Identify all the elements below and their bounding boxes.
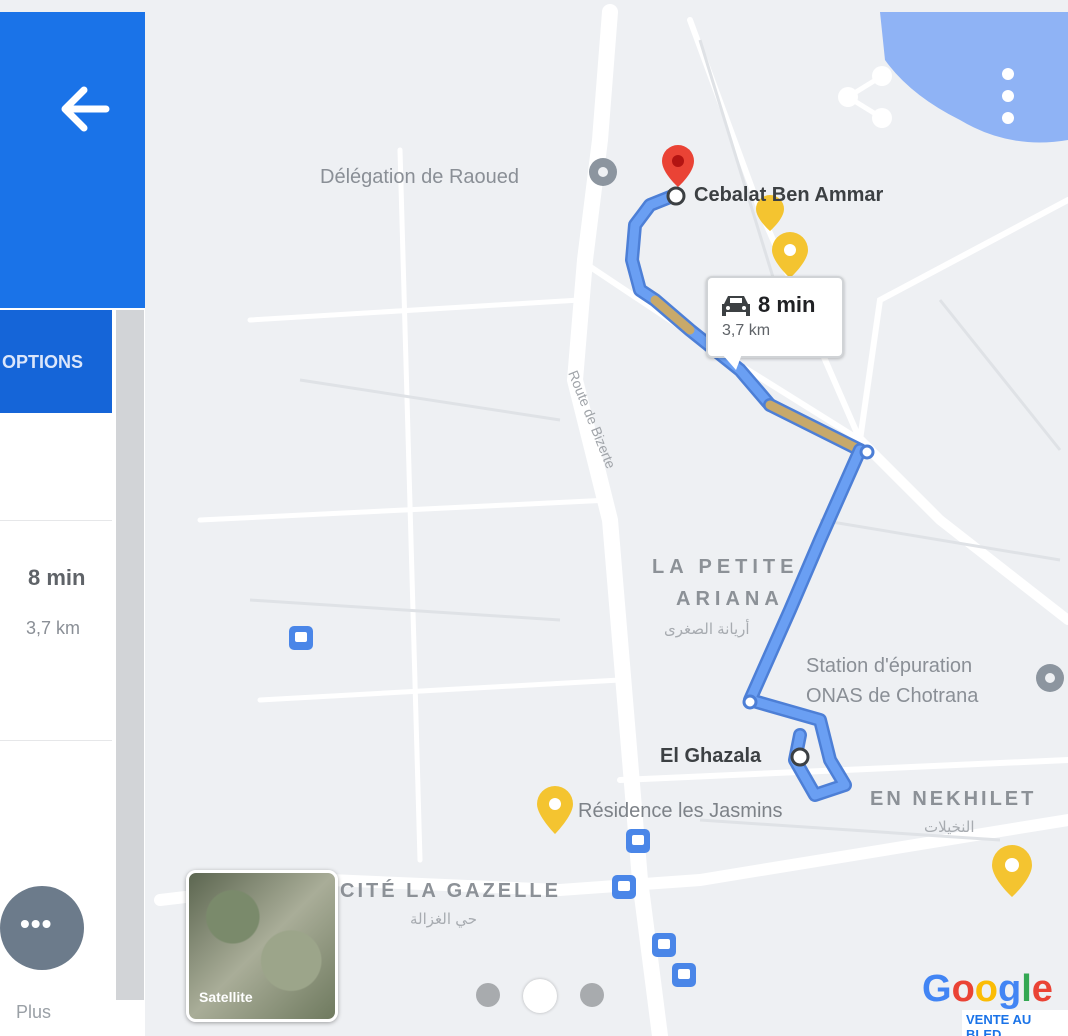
share-icon[interactable] <box>832 62 898 132</box>
panel-scrollbar[interactable] <box>116 310 144 1000</box>
car-icon <box>722 296 750 316</box>
google-logo: Google <box>922 968 1053 1010</box>
district-label-ariana: ARIANA <box>676 588 784 610</box>
more-button[interactable]: ••• <box>0 886 84 970</box>
more-label: Plus <box>16 1002 52 1022</box>
callout-time: 8 min <box>758 292 816 317</box>
top-app-bar <box>0 12 145 308</box>
district-label-nekhilet-ar: النخيلات <box>924 819 975 836</box>
lake <box>880 12 1068 143</box>
destination-label[interactable]: Cebalat Ben Ammar <box>694 184 883 207</box>
callout-distance: 3,7 km <box>722 322 771 339</box>
page-dot-active[interactable] <box>523 979 557 1013</box>
route-summary-distance: 3,7 km <box>26 618 81 638</box>
satellite-label: Satellite <box>199 989 253 1005</box>
district-label-nekhilet: EN NEKHILET <box>870 788 1037 810</box>
origin-label[interactable]: El Ghazala <box>660 745 761 768</box>
district-label-petite-ariana: LA PETITE <box>652 556 799 578</box>
page-dot[interactable] <box>476 983 500 1007</box>
more-horiz-icon: ••• <box>20 908 53 939</box>
road-ne <box>857 197 1068 443</box>
place-label-station-2[interactable]: ONAS de Chotrana <box>806 685 978 708</box>
page-dot[interactable] <box>580 983 604 1007</box>
place-label-station-1[interactable]: Station d'épuration <box>806 655 972 678</box>
road-east <box>855 435 1068 625</box>
place-label-delegation[interactable]: Délégation de Raoued <box>320 166 519 189</box>
place-pin-icon <box>1036 664 1064 692</box>
place-label-residence[interactable]: Résidence les Jasmins <box>578 800 783 823</box>
place-pin-icon <box>589 158 617 186</box>
route-callout[interactable]: 8 min 3,7 km <box>706 276 844 370</box>
route-summary-time[interactable]: 8 min <box>28 565 85 591</box>
arrow-left-icon[interactable] <box>50 74 120 144</box>
divider <box>0 520 112 521</box>
options-label: OPTIONS <box>2 352 84 372</box>
district-label-ariana-ar: أريانة الصغرى <box>664 621 750 638</box>
destination-pin-icon <box>662 145 694 206</box>
callout-tail <box>722 354 742 370</box>
district-label-gazelle: CITÉ LA GAZELLE <box>340 880 561 902</box>
road-west <box>247 297 583 323</box>
road-west4 <box>397 147 423 863</box>
watermark: VENTE AU BLED <box>962 1010 1068 1036</box>
divider <box>0 740 112 741</box>
district-label-gazelle-ar: حي الغزالة <box>410 911 477 928</box>
map-view[interactable]: Délégation de Raoued Cebalat Ben Ammar R… <box>0 0 1068 1036</box>
origin-marker-icon <box>790 747 810 767</box>
more-vert-icon[interactable] <box>990 66 1026 126</box>
road-west3 <box>257 677 623 703</box>
road-west2 <box>197 497 613 523</box>
satellite-layer-button[interactable]: Satellite <box>186 870 338 1022</box>
